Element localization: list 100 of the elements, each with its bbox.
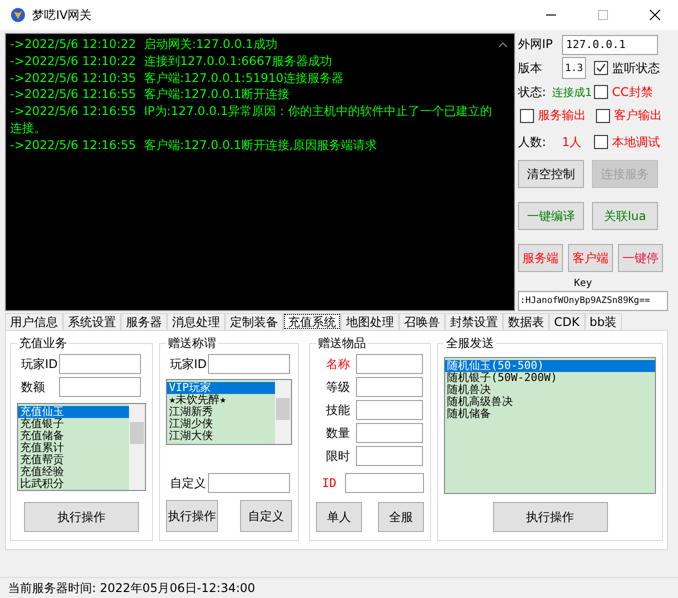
- field-label: 外网IP: [518, 36, 554, 54]
- log-message: 连接到127.0.0.1:6667服务器成功: [144, 54, 332, 68]
- list-item[interactable]: 充值经验: [18, 466, 129, 478]
- close-icon[interactable]: [649, 9, 661, 21]
- tab[interactable]: 封禁设置: [445, 313, 503, 330]
- field-label: 等级: [325, 378, 351, 396]
- list-item[interactable]: 充值累计: [18, 442, 129, 454]
- action-button[interactable]: 关联lua: [592, 202, 658, 230]
- maximize-icon[interactable]: [597, 9, 609, 21]
- group-title: 赠送称谓: [167, 335, 217, 352]
- input-field[interactable]: [208, 354, 290, 374]
- input-field[interactable]: [208, 473, 290, 493]
- tab[interactable]: 定制装备: [225, 313, 283, 330]
- input-field[interactable]: [345, 473, 424, 493]
- action-button[interactable]: 一键停: [618, 244, 663, 272]
- log-time: ->2022/5/6 12:10:22: [10, 52, 137, 70]
- output-checkbox[interactable]: [520, 108, 534, 123]
- log-message: 连接。: [10, 120, 46, 135]
- version-field[interactable]: 1.3: [562, 57, 586, 80]
- list-item[interactable]: 江湖少侠: [167, 418, 275, 430]
- input-field[interactable]: [356, 446, 423, 466]
- scroll-up-icon[interactable]: [498, 42, 508, 48]
- tab[interactable]: 数据表: [503, 313, 549, 330]
- tab[interactable]: bb装: [584, 313, 622, 330]
- list-item[interactable]: 随机兽决: [445, 384, 655, 396]
- count-value: 1人: [562, 134, 583, 151]
- field-label: 数量: [325, 424, 351, 442]
- input-field[interactable]: [356, 423, 423, 443]
- log-message: 客户端:127.0.0.1断开连接: [144, 87, 290, 102]
- log-message: 客户端:127.0.0.1断开连接,原因服务端请求: [144, 138, 378, 152]
- tab[interactable]: 充值系统: [283, 313, 341, 330]
- input-field[interactable]: [356, 400, 423, 420]
- tab[interactable]: CDK: [549, 313, 584, 330]
- log-time: ->2022/5/6 12:16:55: [10, 136, 137, 154]
- key-label: Key: [572, 278, 594, 290]
- log-time: ->2022/5/6 12:10:35: [10, 70, 137, 86]
- local-debug-checkbox[interactable]: [594, 135, 608, 150]
- list-item[interactable]: 随机储备: [445, 408, 655, 420]
- field-label: 名称: [325, 356, 351, 372]
- list-item[interactable]: 比武积分: [18, 478, 129, 490]
- tab[interactable]: 服务器: [121, 313, 167, 330]
- field-label: 人数:: [518, 134, 548, 151]
- input-field[interactable]: [356, 377, 423, 397]
- action-button[interactable]: 清空控制: [518, 160, 584, 188]
- cc-ban-checkbox[interactable]: [594, 85, 608, 100]
- tab[interactable]: 召唤兽: [399, 313, 445, 330]
- list-item[interactable]: 充值银子: [18, 418, 129, 430]
- field-label: 玩家ID: [169, 356, 208, 372]
- input-field[interactable]: [59, 377, 141, 397]
- field-label: 版本: [518, 60, 543, 77]
- group-title: 赠送物品: [317, 335, 367, 352]
- list-item[interactable]: ★未饮先醉★: [167, 394, 275, 406]
- log-message: IP为:127.0.0.1异常原因：你的主机中的软件中止了一个已建立的: [144, 104, 492, 118]
- list-item[interactable]: 随机银子(50W-200W): [445, 372, 655, 384]
- action-button[interactable]: 自定义: [240, 500, 292, 532]
- group-title: 充值业务: [18, 335, 68, 352]
- tab[interactable]: 系统设置: [63, 313, 121, 330]
- field-label: 技能: [325, 402, 351, 418]
- list-item[interactable]: 江湖大侠: [167, 430, 275, 442]
- server-time: 当前服务器时间: 2022年05月06日-12:34:00: [8, 580, 256, 596]
- window-title: 梦呓IV网关: [32, 6, 92, 24]
- checkbox-label: 本地调试: [612, 134, 660, 151]
- field-label: 限时: [325, 448, 351, 464]
- execute-button[interactable]: 执行操作: [24, 502, 139, 532]
- log-message: 启动网关:127.0.0.1成功: [144, 37, 278, 51]
- tab[interactable]: 地图处理: [341, 313, 399, 330]
- group-title: 全服发送: [445, 335, 495, 352]
- field-label: ID: [321, 476, 338, 490]
- log-time: ->2022/5/6 12:16:55: [10, 103, 137, 120]
- list-item[interactable]: 充值帮贡: [18, 454, 129, 466]
- scrollbar[interactable]: [275, 380, 291, 444]
- scrollbar[interactable]: [129, 404, 145, 490]
- tab[interactable]: 消息处理: [167, 313, 225, 330]
- execute-button[interactable]: 执行操作: [492, 502, 608, 532]
- action-button[interactable]: 一键编译: [518, 202, 584, 230]
- status-value: 连接成1: [552, 84, 592, 100]
- list-item[interactable]: 随机仙玉(50-500): [445, 360, 655, 372]
- output-checkbox[interactable]: [596, 108, 610, 123]
- list-item[interactable]: 随机高级兽决: [445, 396, 655, 408]
- input-field[interactable]: [356, 354, 423, 374]
- key-field[interactable]: :HJanofWOnyBp9AZSn89Kg==: [518, 291, 668, 312]
- field-label: 数额: [20, 378, 46, 396]
- field-label: 状态:: [518, 84, 548, 101]
- checkbox-label: 客户输出: [614, 107, 663, 124]
- list-item[interactable]: 充值储备: [18, 430, 129, 442]
- checkbox-label: 监听状态: [612, 60, 660, 77]
- tab[interactable]: 用户信息: [5, 313, 63, 330]
- action-button[interactable]: 全服: [378, 502, 424, 532]
- ip-field[interactable]: 127.0.0.1: [562, 34, 658, 55]
- checkbox-label: 服务输出: [538, 107, 587, 124]
- checkbox-label: CC封禁: [612, 84, 653, 101]
- action-button[interactable]: 执行操作: [166, 500, 218, 532]
- list-item[interactable]: 充值仙玉: [18, 406, 129, 418]
- log-time: ->2022/5/6 12:10:22: [10, 36, 137, 53]
- field-label: 玩家ID: [20, 356, 59, 372]
- input-field[interactable]: [59, 354, 141, 374]
- list-item[interactable]: 江湖新秀: [167, 406, 275, 418]
- list-item[interactable]: VIP玩家: [167, 382, 275, 394]
- monitor-checkbox[interactable]: [594, 61, 608, 76]
- action-button[interactable]: 单人: [316, 502, 362, 532]
